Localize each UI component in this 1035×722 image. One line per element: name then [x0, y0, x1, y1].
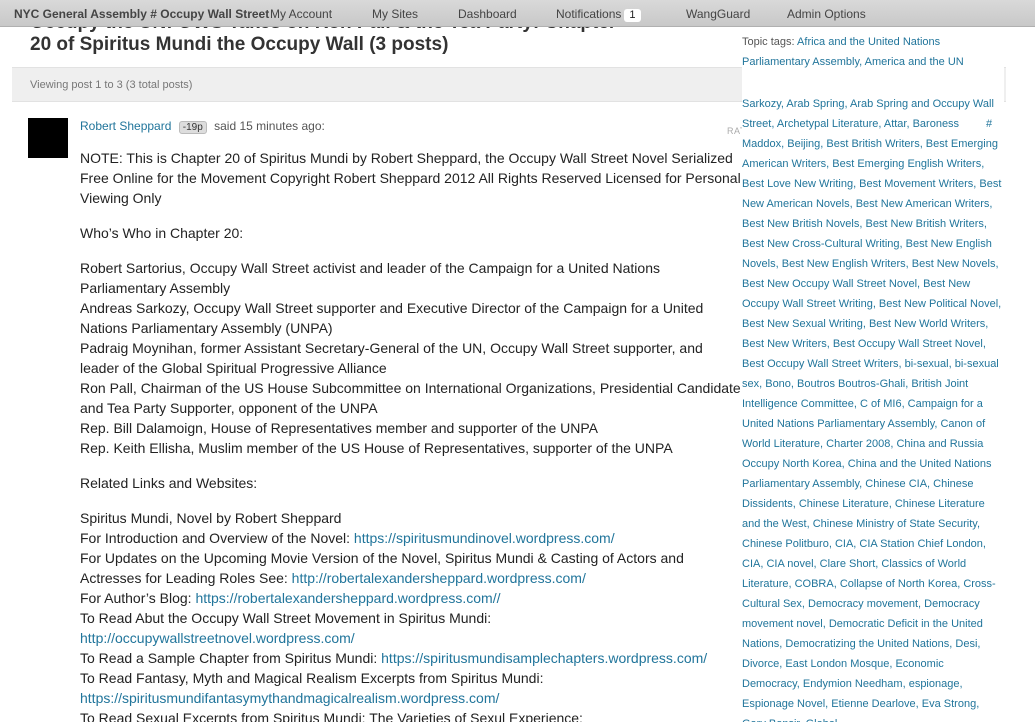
viewing-count: Viewing post 1 to 3 (3 total posts) [30, 79, 193, 91]
novel-line: Spiritus Mundi, Novel by Robert Sheppard [80, 510, 342, 526]
blog-text: For Author’s Blog: [80, 590, 196, 606]
fantasy-text: To Read Fantasy, Myth and Magical Realis… [80, 670, 544, 686]
admin-options-menu[interactable]: Admin Options [787, 7, 866, 21]
character-item: Ron Pall, Chairman of the US House Subco… [80, 380, 741, 416]
my-account-menu[interactable]: My Account [270, 7, 332, 21]
character-item: Andreas Sarkozy, Occupy Wall Street supp… [80, 300, 704, 336]
notifications-menu[interactable]: Notifications 1 [556, 7, 641, 22]
movie-line: For Updates on the Upcoming Movie Versio… [80, 548, 745, 588]
avatar[interactable] [28, 118, 68, 158]
post-content: NOTE: This is Chapter 20 of Spiritus Mun… [80, 148, 745, 722]
intro-link[interactable]: https://spiritusmundinovel.wordpress.com… [354, 530, 615, 546]
ows-link[interactable]: http://occupywallstreetnovel.wordpress.c… [80, 628, 745, 648]
character-item: Rep. Bill Dalamoign, House of Representa… [80, 420, 598, 436]
site-name-link[interactable]: NYC General Assembly # Occupy Wall Stree… [14, 7, 269, 21]
admin-bar: NYC General Assembly # Occupy Wall Stree… [0, 0, 1035, 27]
blog-line: For Author’s Blog: https://robertalexand… [80, 588, 745, 608]
wangguard-menu[interactable]: WangGuard [686, 7, 750, 21]
intro-line: For Introduction and Overview of the Nov… [80, 528, 745, 548]
karma-badge: -19p [178, 121, 207, 134]
ows-text: To Read Abut the Occupy Wall Street Move… [80, 610, 492, 626]
notifications-count-badge: 1 [624, 9, 641, 22]
sexual-text: To Read Sexual Excerpts from Spiritus Mu… [80, 710, 583, 722]
topic-tags-list[interactable]: Sarkozy, Arab Spring, Arab Spring and Oc… [742, 94, 1004, 722]
notifications-label: Notifications [556, 7, 622, 21]
sample-line: To Read a Sample Chapter from Spiritus M… [80, 648, 745, 668]
dashboard-menu[interactable]: Dashboard [458, 7, 517, 21]
character-item: Rep. Keith Ellisha, Muslim member of the… [80, 440, 673, 456]
tag-hash-link[interactable]: # [986, 118, 992, 130]
topic-tags-sidebar: Topic tags: Africa and the United Nation… [742, 32, 1004, 722]
fantasy-link[interactable]: https://spiritusmundifantasymythandmagic… [80, 688, 745, 708]
post-note: NOTE: This is Chapter 20 of Spiritus Mun… [80, 150, 741, 206]
character-item: Robert Sartorius, Occupy Wall Street act… [80, 260, 660, 296]
character-list: Robert Sartorius, Occupy Wall Street act… [80, 258, 745, 458]
post-author-link[interactable]: Robert Sheppard [80, 119, 171, 133]
blog-link[interactable]: https://robertalexandersheppard.wordpres… [195, 590, 500, 606]
whos-who-heading: Who’s Who in Chapter 20: [80, 225, 244, 241]
my-sites-menu[interactable]: My Sites [372, 7, 418, 21]
related-links-heading: Related Links and Websites: [80, 475, 258, 491]
character-item: Padraig Moynihan, former Assistant Secre… [80, 340, 703, 376]
movie-link[interactable]: http://robertalexandersheppard.wordpress… [292, 570, 586, 586]
post-meta: Robert Sheppard -19p said 15 minutes ago… [80, 119, 325, 134]
topic-title-line2: 20 of Spiritus Mundi the Occupy Wall (3 … [30, 34, 449, 55]
sample-link[interactable]: https://spiritusmundisamplechapters.word… [381, 650, 707, 666]
topic-tags-label: Topic tags: [742, 36, 795, 48]
related-links-list: Spiritus Mundi, Novel by Robert Sheppard… [80, 508, 745, 722]
intro-text: For Introduction and Overview of the Nov… [80, 530, 354, 546]
sample-text: To Read a Sample Chapter from Spiritus M… [80, 650, 382, 666]
post-time: said 15 minutes ago: [214, 119, 325, 133]
